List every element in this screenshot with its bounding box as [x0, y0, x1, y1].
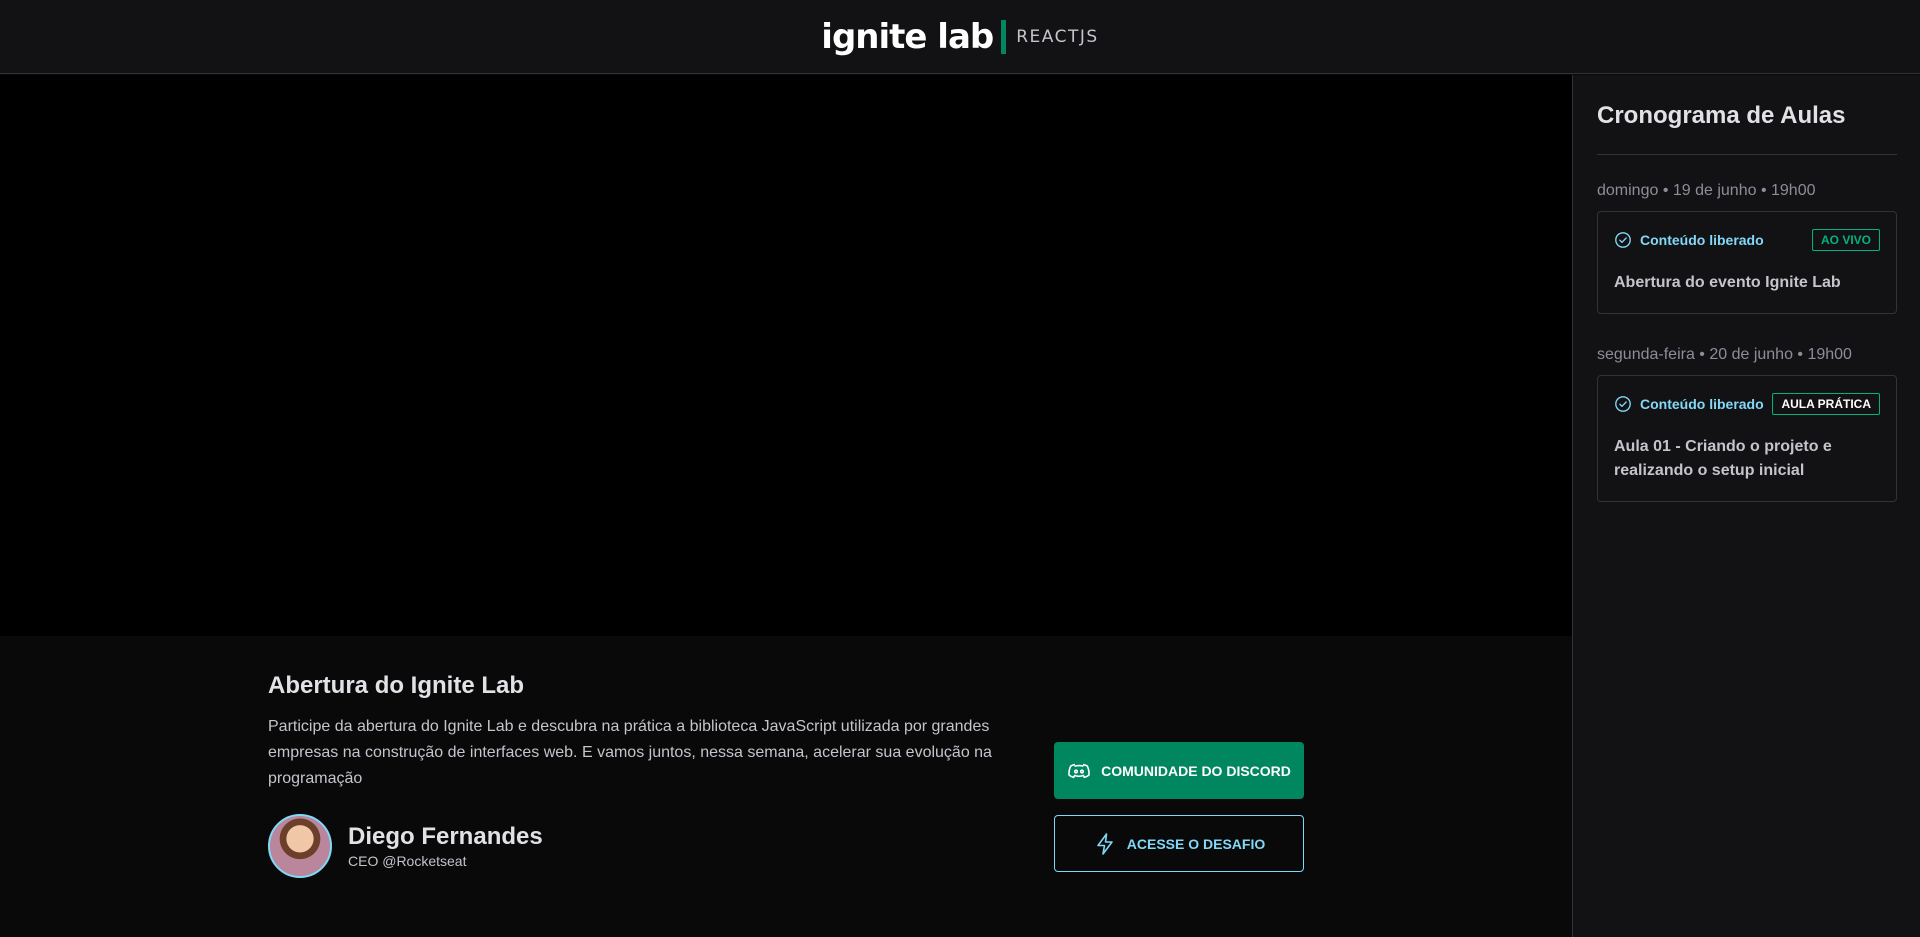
lesson-status: Conteúdo liberado [1614, 231, 1764, 249]
teacher-role: CEO @Rocketseat [348, 853, 467, 869]
teacher-details: Diego Fernandes CEO @Rocketseat [348, 822, 543, 870]
lesson-schedule-sidebar: Cronograma de Aulas domingo • 19 de junh… [1572, 75, 1920, 937]
lesson-card-title: Aula 01 - Criando o projeto e realizando… [1614, 438, 1832, 479]
teacher-name: Diego Fernandes [348, 823, 543, 850]
lesson-title: Abertura do Ignite Lab [268, 672, 525, 699]
lesson-card-header: Conteúdo liberado AO VIVO [1614, 229, 1880, 251]
access-challenge-button[interactable]: ACESSE O DESAFIO [1054, 815, 1304, 872]
top-header: ignite lab REACTJS [0, 0, 1920, 74]
sidebar-divider [1597, 154, 1897, 155]
check-circle-icon [1615, 232, 1631, 248]
logo-subtitle: REACTJS [1016, 26, 1099, 47]
lesson-date: domingo • 19 de junho • 19h00 [1597, 182, 1816, 199]
lesson-status: Conteúdo liberado [1614, 395, 1764, 413]
lesson-card[interactable]: Conteúdo liberado AULA PRÁTICA Aula 01 -… [1597, 375, 1897, 502]
logo-text: ignite lab [821, 16, 994, 57]
discord-community-button[interactable]: COMUNIDADE DO DISCORD [1054, 742, 1304, 799]
lesson-description: Participe da abertura do Ignite Lab e de… [268, 718, 992, 787]
main-content: Abertura do Ignite Lab Participe da aber… [0, 75, 1572, 937]
challenge-button-label: ACESSE O DESAFIO [1126, 835, 1266, 852]
lesson-status-label: Conteúdo liberado [1640, 232, 1764, 248]
logo-divider [1001, 19, 1007, 54]
teacher-info: Diego Fernandes CEO @Rocketseat [268, 814, 543, 878]
lightning-icon [1096, 832, 1113, 855]
discord-button-label: COMUNIDADE DO DISCORD [1101, 762, 1291, 779]
avatar [268, 814, 332, 878]
lesson-item: domingo • 19 de junho • 19h00 Conteúdo l… [1597, 181, 1897, 314]
lesson-card-title: Abertura do evento Ignite Lab [1614, 274, 1841, 291]
video-player[interactable] [0, 75, 1572, 636]
lesson-card-header: Conteúdo liberado AULA PRÁTICA [1614, 393, 1880, 415]
ignite-lab-logo[interactable]: ignite lab REACTJS [821, 17, 1098, 57]
status-badge: AO VIVO [1811, 229, 1880, 251]
sidebar-title: Cronograma de Aulas [1597, 102, 1846, 129]
lesson-date: segunda-feira • 20 de junho • 19h00 [1597, 346, 1852, 363]
discord-icon [1068, 763, 1090, 778]
lesson-item: segunda-feira • 20 de junho • 19h00 Cont… [1597, 345, 1897, 502]
check-circle-icon [1615, 396, 1631, 412]
status-badge: AULA PRÁTICA [1772, 393, 1880, 415]
lesson-card[interactable]: Conteúdo liberado AO VIVO Abertura do ev… [1597, 211, 1897, 314]
lesson-status-label: Conteúdo liberado [1640, 396, 1764, 412]
